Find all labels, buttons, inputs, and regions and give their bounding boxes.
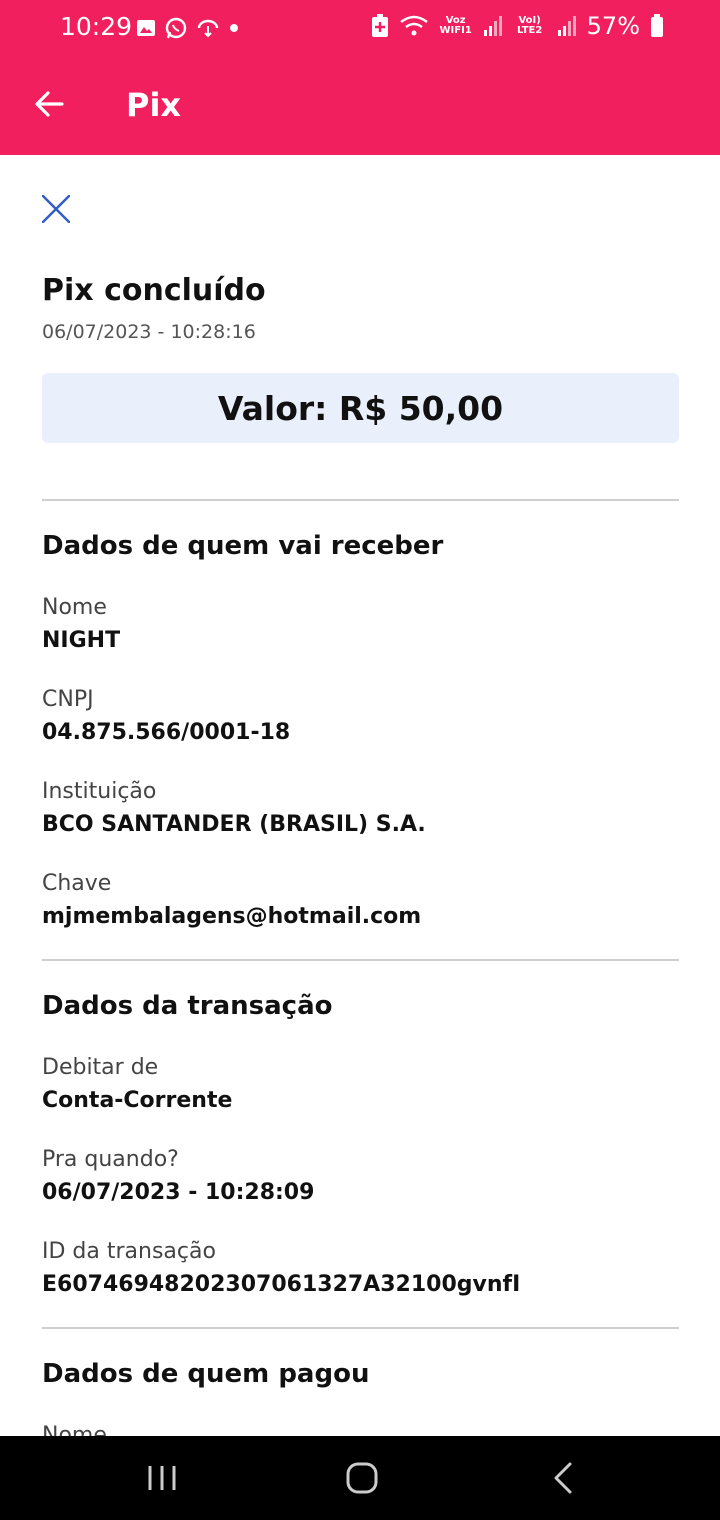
field-label-instituicao: Instituição	[42, 779, 157, 804]
system-nav-bar	[0, 1436, 720, 1520]
status-time: 10:29	[60, 12, 133, 41]
field-value-pra-quando: 06/07/2023 - 10:28:09	[42, 1180, 315, 1205]
app-bar: Pix	[0, 58, 720, 155]
recent-apps-icon	[148, 1466, 176, 1490]
field-label-payer-nome: Nome	[42, 1423, 107, 1436]
page-title: Pix concluído	[42, 273, 266, 308]
field-label-id-transacao: ID da transação	[42, 1239, 216, 1264]
close-icon	[42, 194, 71, 224]
field-label-nome: Nome	[42, 595, 107, 620]
section-title-receiver: Dados de quem vai receber	[42, 531, 444, 561]
signal-2-icon	[557, 16, 576, 36]
section-title-payer: Dados de quem pagou	[42, 1359, 370, 1389]
field-label-debitar: Debitar de	[42, 1055, 159, 1080]
arrow-left-icon	[35, 91, 64, 117]
field-value-nome: NIGHT	[42, 628, 121, 653]
lte-label: VoI) LTE2	[516, 15, 543, 36]
chevron-left-icon	[554, 1462, 572, 1494]
whatsapp-icon	[165, 17, 187, 39]
field-value-chave: mjmembalagens@hotmail.com	[42, 904, 422, 929]
wifi-icon	[399, 15, 428, 36]
field-value-instituicao: BCO SANTANDER (BRASIL) S.A.	[42, 812, 426, 837]
field-label-cnpj: CNPJ	[42, 687, 94, 712]
recent-apps-button[interactable]	[140, 1456, 184, 1500]
battery-saver-icon	[371, 14, 388, 37]
back-button[interactable]	[32, 86, 68, 122]
cloud-sync-icon	[197, 19, 219, 38]
field-value-cnpj: 04.875.566/0001-18	[42, 720, 291, 745]
divider	[42, 959, 679, 961]
app-title: Pix	[126, 86, 182, 124]
home-button[interactable]	[340, 1456, 384, 1500]
field-label-pra-quando: Pra quando?	[42, 1147, 179, 1172]
transaction-datetime: 06/07/2023 - 10:28:16	[42, 321, 256, 343]
battery-percent: 57%	[586, 12, 640, 40]
field-label-chave: Chave	[42, 871, 112, 896]
divider	[42, 499, 679, 501]
nav-back-button[interactable]	[542, 1456, 586, 1500]
gallery-icon	[137, 20, 155, 36]
status-bar: 10:29 Voz WIFI1 VoI) LTE2 57%	[0, 0, 720, 58]
wifi-calling-label: Voz WIFI1	[439, 15, 472, 36]
section-title-transaction: Dados da transação	[42, 991, 333, 1021]
amount-box: Valor: R$ 50,00	[42, 373, 679, 443]
divider	[42, 1327, 679, 1329]
field-value-id-transacao: E60746948202307061327A32100gvnfI	[42, 1272, 521, 1297]
signal-1-icon	[483, 16, 502, 36]
home-icon	[346, 1462, 378, 1494]
field-value-debitar: Conta-Corrente	[42, 1088, 233, 1113]
close-button[interactable]	[42, 194, 71, 224]
battery-icon	[651, 14, 663, 37]
receipt-content[interactable]: Pix concluído 06/07/2023 - 10:28:16 Valo…	[42, 155, 679, 1436]
notification-dot-icon	[230, 24, 238, 32]
